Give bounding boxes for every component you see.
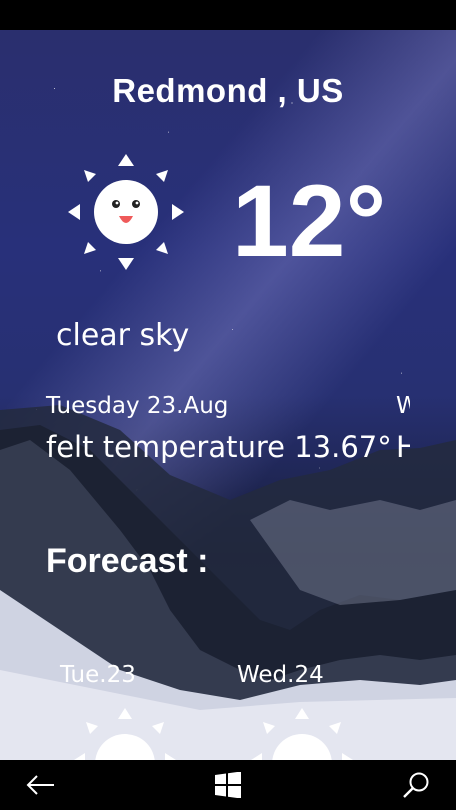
search-button[interactable] (376, 760, 456, 810)
windows-logo-icon (215, 772, 241, 798)
truncated-value: H (396, 430, 410, 464)
back-arrow-icon (26, 775, 54, 795)
sun-icon (74, 708, 176, 760)
back-button[interactable] (0, 760, 80, 810)
start-button[interactable] (188, 760, 268, 810)
search-icon (403, 772, 429, 798)
forecast-heading: Forecast : (46, 542, 209, 580)
forecast-day-label: Tue.23 (60, 662, 136, 688)
sun-face-icon (68, 154, 184, 270)
status-bar (0, 0, 456, 30)
forecast-day-label: Wed.24 (237, 662, 324, 688)
weather-condition: clear sky (56, 318, 190, 353)
current-date: Tuesday 23.Aug (46, 393, 229, 419)
felt-temperature: felt temperature 13.67° (46, 430, 392, 464)
location-title: Redmond , US (112, 72, 344, 109)
sun-icon (251, 708, 353, 760)
navigation-bar (0, 760, 456, 810)
weather-app: Redmond , US 12° clear sky Tuesday 23.Au… (0, 30, 456, 760)
current-temperature: 12° (232, 164, 387, 278)
truncated-label: W (396, 393, 410, 419)
